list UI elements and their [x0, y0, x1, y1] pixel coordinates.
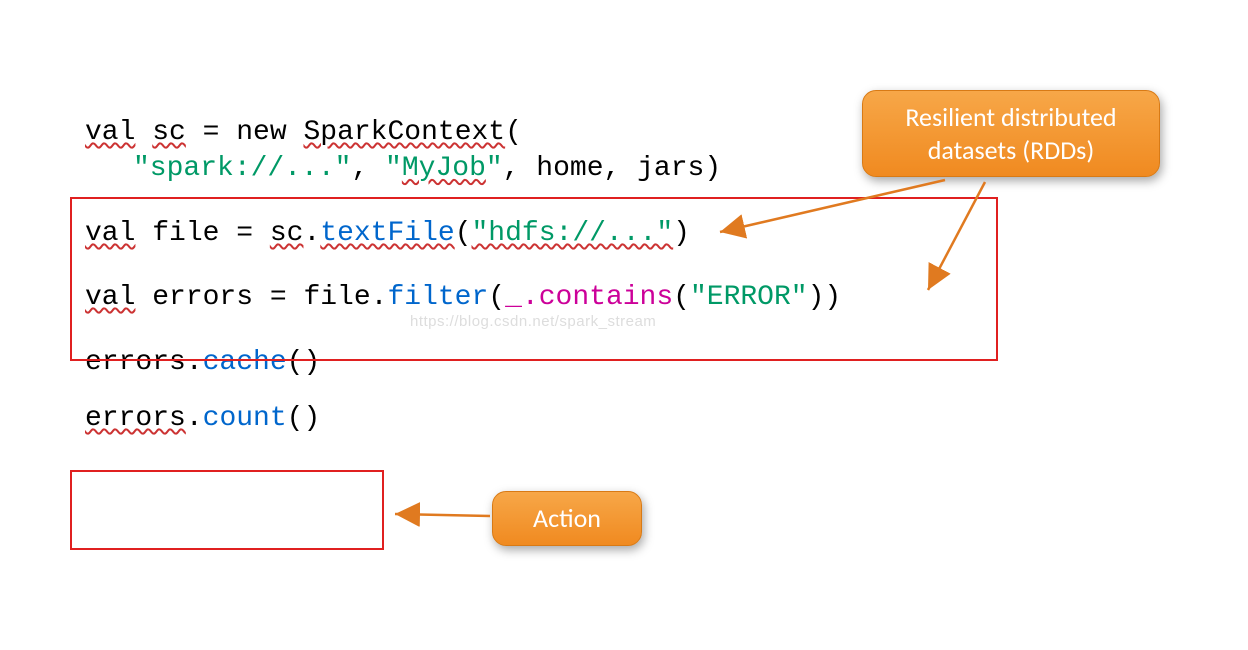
- code-text: [135, 117, 152, 148]
- watermark-text: https://blog.csdn.net/spark_stream: [410, 313, 656, 330]
- string-myjob: MyJob: [402, 153, 486, 184]
- var-errors: errors: [85, 403, 186, 434]
- arrow-to-count: [395, 514, 490, 516]
- callout-text-line: Action: [517, 502, 617, 535]
- code-text: , home, jars): [503, 153, 721, 184]
- code-text: (: [505, 117, 522, 148]
- highlight-box-action: [70, 470, 384, 550]
- method-count: count: [203, 403, 287, 434]
- keyword-val: val: [85, 117, 135, 148]
- var-sc: sc: [152, 117, 186, 148]
- highlight-box-rdds: [70, 197, 998, 361]
- string-literal: "MyJob": [385, 153, 503, 184]
- code-text: (): [287, 403, 321, 434]
- string-literal: "spark://...": [133, 153, 351, 184]
- code-line-2: "spark://...", "MyJob", home, jars): [85, 151, 841, 187]
- callout-rdds: Resilient distributed datasets (RDDs): [862, 90, 1160, 177]
- class-sparkcontext: SparkContext: [303, 117, 505, 148]
- callout-text-line: Resilient distributed: [887, 101, 1135, 134]
- code-line-1: val sc = new SparkContext(: [85, 115, 841, 151]
- callout-action: Action: [492, 491, 642, 546]
- code-text: = new: [186, 117, 304, 148]
- callout-text-line: datasets (RDDs): [887, 134, 1135, 167]
- code-text: ,: [351, 153, 385, 184]
- code-text: .: [186, 403, 203, 434]
- code-line-6: errors.count(): [85, 401, 841, 437]
